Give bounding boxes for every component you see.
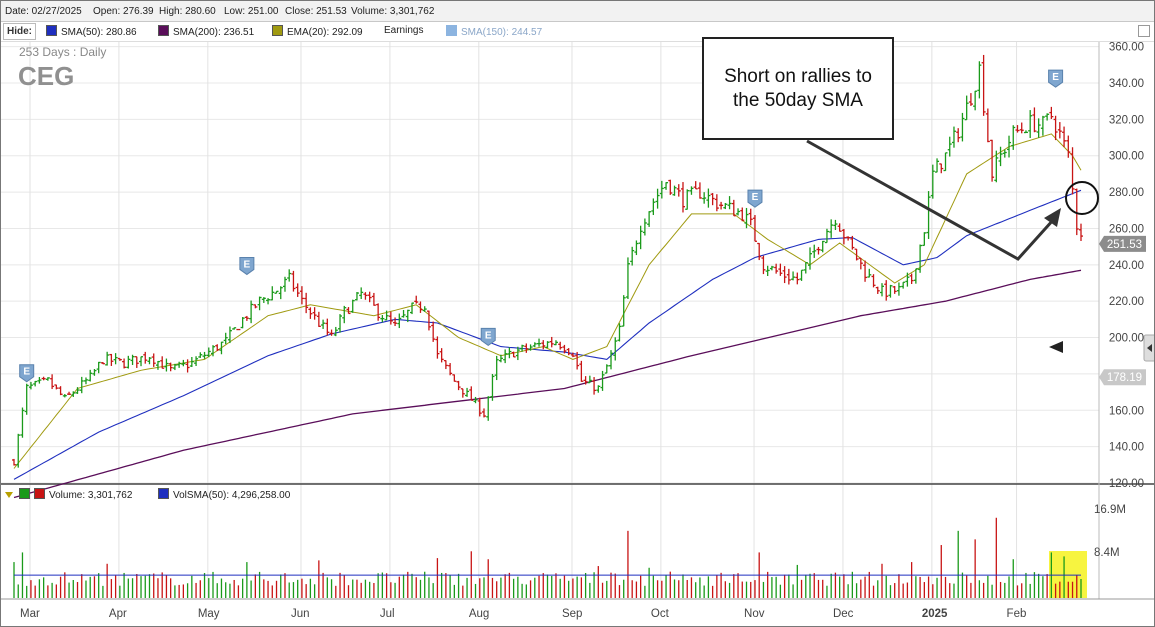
earnings-letter: E [244, 259, 251, 270]
earnings-letter: E [485, 330, 492, 341]
volume-pane: 16.9M 8.4M [13, 504, 1126, 598]
annotation-line2: the 50day SMA [733, 90, 863, 111]
time-axis: Mar Apr May Jun Jul Aug Sep Oct Nov Dec 2025 Feb [20, 608, 1026, 620]
y-tick-label: 300.00 [1109, 151, 1144, 163]
ohlc-bar [236, 328, 241, 331]
y-tick-label: 140.00 [1109, 442, 1144, 454]
y-tick-label: 340.00 [1109, 78, 1144, 90]
volume-legend: Volume: 3,301,762 VolSMA(50): 4,296,258.… [1, 486, 1154, 502]
volume-scale-label: 8.4M [1094, 547, 1120, 559]
volume-up-swatch [19, 488, 30, 499]
annotation-line1: Short on rallies to [724, 66, 872, 87]
marker-price-tag-text: 178.19 [1107, 372, 1142, 384]
y-tick-label: 320.00 [1109, 114, 1144, 126]
y-tick-label: 280.00 [1109, 187, 1144, 199]
y-tick-label: 200.00 [1109, 333, 1144, 345]
x-tick-label: Jun [291, 608, 310, 620]
volume-scale-label: 16.9M [1094, 504, 1126, 516]
price-chart: 120.00140.00160.00180.00200.00220.00240.… [1, 37, 1154, 620]
y-tick-label: 240.00 [1109, 260, 1144, 272]
x-tick-label: Nov [744, 608, 765, 620]
x-tick-label: 2025 [922, 608, 948, 620]
last-price-tag-text: 251.53 [1107, 239, 1142, 251]
earnings-letter: E [23, 367, 30, 378]
x-tick-label: Aug [469, 608, 489, 620]
x-tick-label: Jul [380, 608, 395, 620]
x-tick-label: Dec [833, 608, 854, 620]
symbol-label: CEG [18, 61, 74, 91]
x-tick-label: May [198, 608, 220, 620]
legend-volume[interactable]: Volume: 3,301,762 [5, 488, 132, 501]
volume-down-swatch [34, 488, 45, 499]
last-price-tag: 251.53 [1099, 235, 1146, 252]
chart-window: Date: 02/27/2025 Open: 276.39 High: 280.… [0, 0, 1155, 627]
price-pane-bg [1, 42, 1099, 483]
earnings-letter: E [1052, 72, 1059, 83]
volume-toggle-icon[interactable] [5, 492, 13, 498]
x-tick-label: Mar [20, 608, 40, 620]
x-tick-label: Apr [109, 608, 127, 620]
marker-price-tag: 178.19 [1099, 369, 1146, 386]
annotation-box [702, 37, 894, 140]
x-tick-label: Feb [1007, 608, 1027, 620]
period-label: 253 Days : Daily [19, 45, 106, 59]
x-tick-label: Sep [562, 608, 582, 620]
y-tick-label: 220.00 [1109, 296, 1144, 308]
y-tick-label: 160.00 [1109, 405, 1144, 417]
chart-grid [1, 42, 1154, 600]
y-tick-label: 260.00 [1109, 223, 1144, 235]
volsma-swatch [158, 488, 169, 499]
x-tick-label: Oct [651, 608, 670, 620]
y-tick-label: 360.00 [1109, 42, 1144, 54]
earnings-letter: E [752, 192, 759, 203]
legend-volsma[interactable]: VolSMA(50): 4,296,258.00 [158, 488, 290, 501]
